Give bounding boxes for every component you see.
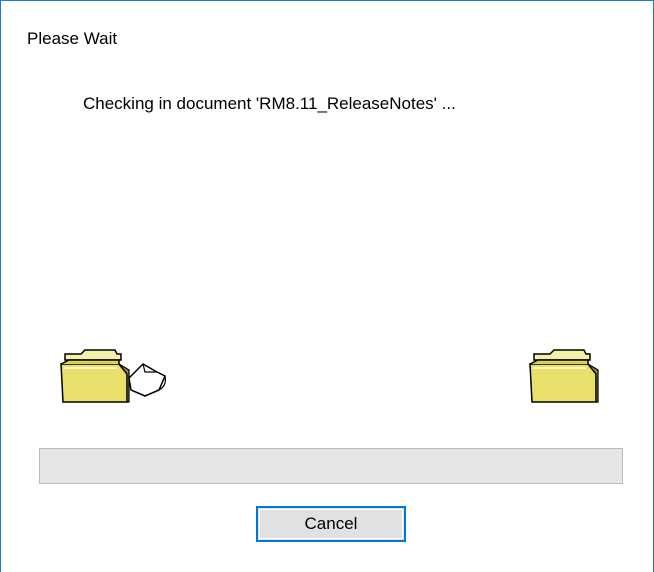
source-folder-animation: [59, 346, 171, 406]
destination-folder: [528, 346, 600, 406]
dialog-title: Please Wait: [27, 29, 118, 48]
status-message: Checking in document 'RM8.11_ReleaseNote…: [83, 94, 456, 113]
folder-icon: [529, 349, 599, 403]
cancel-button[interactable]: Cancel: [256, 506, 406, 542]
please-wait-dialog: Please Wait Checking in document 'RM8.11…: [0, 0, 654, 572]
document-icon: [128, 363, 166, 397]
folder-icon: [60, 349, 130, 403]
progress-bar: [39, 448, 623, 484]
